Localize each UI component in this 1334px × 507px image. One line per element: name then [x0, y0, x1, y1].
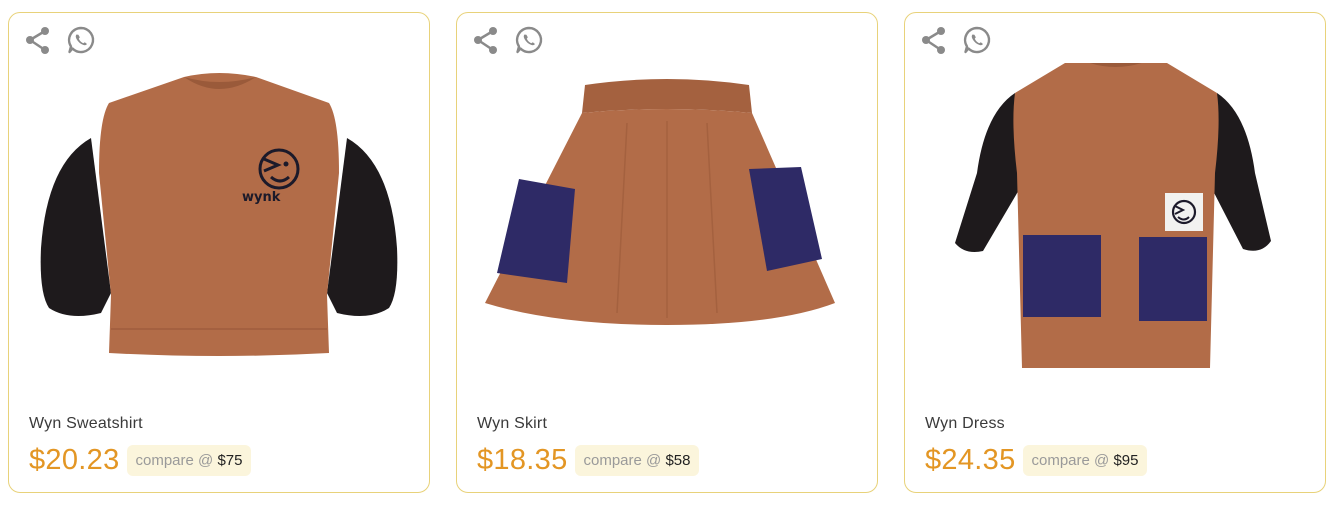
compare-price-badge[interactable]: compare @ $58 — [574, 444, 700, 476]
product-image[interactable] — [925, 63, 1307, 373]
left-pocket — [497, 179, 575, 283]
left-sleeve — [955, 93, 1023, 252]
product-name[interactable]: Wyn Skirt — [477, 415, 547, 433]
compare-price: $95 — [1113, 451, 1139, 469]
whatsapp-icon[interactable] — [66, 25, 96, 55]
product-card[interactable]: wynk Wyn Sweatshirt $20.23 compare @ $75 — [8, 12, 430, 493]
logo-tag — [1165, 193, 1203, 231]
product-name[interactable]: Wyn Sweatshirt — [29, 415, 143, 433]
price-row: $18.35 compare @ $58 — [477, 443, 700, 477]
whatsapp-icon[interactable] — [962, 25, 992, 55]
product-name[interactable]: Wyn Dress — [925, 415, 1005, 433]
sweatshirt-body — [99, 73, 339, 356]
right-pocket — [1139, 237, 1207, 321]
share-icon[interactable] — [471, 25, 501, 55]
brand-logo-text: wynk — [242, 190, 281, 205]
compare-price-badge[interactable]: compare @ $75 — [126, 444, 252, 476]
compare-label: compare @ — [135, 451, 214, 469]
share-icon[interactable] — [23, 25, 53, 55]
compare-label: compare @ — [583, 451, 662, 469]
left-pocket — [1023, 235, 1101, 317]
whatsapp-icon[interactable] — [514, 25, 544, 55]
compare-label: compare @ — [1031, 451, 1110, 469]
product-price: $18.35 — [477, 443, 568, 476]
product-grid: wynk Wyn Sweatshirt $20.23 compare @ $75 — [0, 0, 1334, 507]
product-price: $24.35 — [925, 443, 1016, 476]
share-icon[interactable] — [919, 25, 949, 55]
product-image[interactable] — [477, 63, 859, 373]
product-price: $20.23 — [29, 443, 120, 476]
price-row: $24.35 compare @ $95 — [925, 443, 1148, 477]
compare-price-badge[interactable]: compare @ $95 — [1022, 444, 1148, 476]
product-card[interactable]: Wyn Skirt $18.35 compare @ $58 — [456, 12, 878, 493]
product-card[interactable]: Wyn Dress $24.35 compare @ $95 — [904, 12, 1326, 493]
product-image[interactable]: wynk — [29, 63, 411, 373]
compare-price: $75 — [217, 451, 243, 469]
compare-price: $58 — [665, 451, 691, 469]
waistband — [582, 79, 752, 113]
price-row: $20.23 compare @ $75 — [29, 443, 252, 477]
